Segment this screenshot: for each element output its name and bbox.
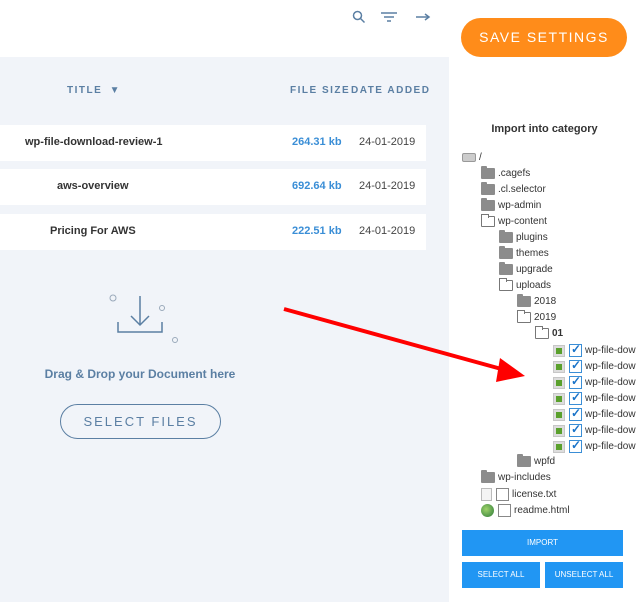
file-checkbox[interactable] xyxy=(569,438,582,453)
text-file-icon xyxy=(481,488,492,501)
tree-item-cl-selector[interactable]: .cl.selector xyxy=(481,182,546,200)
folder-icon xyxy=(499,230,513,243)
folder-open-icon xyxy=(499,278,513,291)
arrow-right-icon[interactable] xyxy=(415,10,431,29)
tree-item-cagefs[interactable]: .cagefs xyxy=(481,166,530,184)
row-title[interactable]: aws-overview xyxy=(57,180,129,192)
row-title[interactable]: Pricing For AWS xyxy=(50,225,136,237)
image-file-icon xyxy=(553,392,565,405)
dropzone-label: Drag & Drop your Document here xyxy=(44,367,236,381)
row-date: 24-01-2019 xyxy=(359,180,416,192)
tree-file-item[interactable]: wp-file-dow xyxy=(553,374,636,392)
upload-icon xyxy=(109,294,178,343)
tree-file-item[interactable]: wp-file-dow xyxy=(553,406,636,424)
file-checkbox[interactable] xyxy=(569,406,582,421)
file-checkbox[interactable] xyxy=(569,390,582,405)
drive-icon xyxy=(462,153,476,162)
tree-file-item[interactable]: wp-file-dow xyxy=(553,342,636,360)
import-button[interactable]: IMPORT xyxy=(462,530,623,556)
column-title-label: TITLE xyxy=(67,85,103,96)
tree-item-wp-includes[interactable]: wp-includes xyxy=(481,470,551,488)
tree-item-upgrade[interactable]: upgrade xyxy=(499,262,553,280)
row-date: 24-01-2019 xyxy=(359,136,416,148)
folder-icon xyxy=(481,198,495,211)
folder-icon xyxy=(499,262,513,275)
html-file-icon xyxy=(481,504,494,517)
file-manager-panel: TITLE ▼ FILE SIZE DATE ADDED wp-file-dow… xyxy=(0,0,449,602)
row-date: 24-01-2019 xyxy=(359,225,416,237)
file-checkbox[interactable] xyxy=(569,374,582,389)
folder-icon xyxy=(481,470,495,483)
tree-item-readme[interactable]: readme.html xyxy=(481,504,570,520)
column-header-file-size[interactable]: FILE SIZE xyxy=(290,85,350,96)
folder-icon xyxy=(481,182,495,195)
image-file-icon xyxy=(553,408,565,421)
import-category-title: Import into category xyxy=(491,123,598,135)
row-file-size: 264.31 kb xyxy=(292,136,342,148)
tree-file-item[interactable]: wp-file-dow xyxy=(553,358,636,376)
image-file-icon xyxy=(553,360,565,373)
file-checkbox[interactable] xyxy=(496,488,509,501)
tree-file-item[interactable]: wp-file-dow xyxy=(553,438,636,456)
folder-icon xyxy=(517,294,531,307)
tree-item-wpfd[interactable]: wpfd xyxy=(517,454,555,472)
sort-down-icon: ▼ xyxy=(109,85,121,96)
folder-open-icon xyxy=(535,326,549,339)
file-checkbox[interactable] xyxy=(569,358,582,373)
image-file-icon xyxy=(553,376,565,389)
tree-item-uploads[interactable]: uploads xyxy=(499,278,551,296)
folder-open-icon xyxy=(481,214,495,227)
toolbar xyxy=(0,0,449,57)
search-icon[interactable] xyxy=(352,10,366,29)
image-file-icon xyxy=(553,344,565,357)
tree-item-root[interactable]: / xyxy=(462,152,482,168)
folder-icon xyxy=(481,166,495,179)
unselect-all-button[interactable]: UNSELECT ALL xyxy=(545,562,623,588)
column-header-date-added[interactable]: DATE ADDED xyxy=(351,85,430,96)
tree-item-license[interactable]: license.txt xyxy=(481,488,556,504)
tree-file-item[interactable]: wp-file-dow xyxy=(553,422,636,440)
tree-item-themes[interactable]: themes xyxy=(499,246,549,264)
row-file-size: 692.64 kb xyxy=(292,180,342,192)
file-checkbox[interactable] xyxy=(498,504,511,517)
documents-panel: TITLE ▼ FILE SIZE DATE ADDED wp-file-dow… xyxy=(0,57,449,602)
tree-item-wp-admin[interactable]: wp-admin xyxy=(481,198,541,216)
file-checkbox[interactable] xyxy=(569,422,582,437)
tree-item-wp-content[interactable]: wp-content xyxy=(481,214,547,232)
table-row[interactable]: Pricing For AWS 222.51 kb 24-01-2019 xyxy=(0,214,426,250)
file-checkbox[interactable] xyxy=(569,342,582,357)
settings-panel: SAVE SETTINGS Import into category / .ca… xyxy=(449,0,640,602)
table-row[interactable]: aws-overview 692.64 kb 24-01-2019 xyxy=(0,169,426,205)
folder-open-icon xyxy=(517,310,531,323)
image-file-icon xyxy=(553,440,565,453)
save-settings-button[interactable]: SAVE SETTINGS xyxy=(461,18,627,57)
image-file-icon xyxy=(553,424,565,437)
filter-icon[interactable] xyxy=(380,10,398,29)
select-all-button[interactable]: SELECT ALL xyxy=(462,562,540,588)
folder-icon xyxy=(517,454,531,467)
row-title[interactable]: wp-file-download-review-1 xyxy=(25,136,163,148)
tree-file-item[interactable]: wp-file-dow xyxy=(553,390,636,408)
column-header-title[interactable]: TITLE ▼ xyxy=(67,85,121,96)
table-row[interactable]: wp-file-download-review-1 264.31 kb 24-0… xyxy=(0,125,426,161)
tree-item-01[interactable]: 01 xyxy=(535,326,563,344)
select-files-button[interactable]: SELECT FILES xyxy=(60,404,221,439)
row-file-size: 222.51 kb xyxy=(292,225,342,237)
tree-item-plugins[interactable]: plugins xyxy=(499,230,548,248)
folder-icon xyxy=(499,246,513,259)
